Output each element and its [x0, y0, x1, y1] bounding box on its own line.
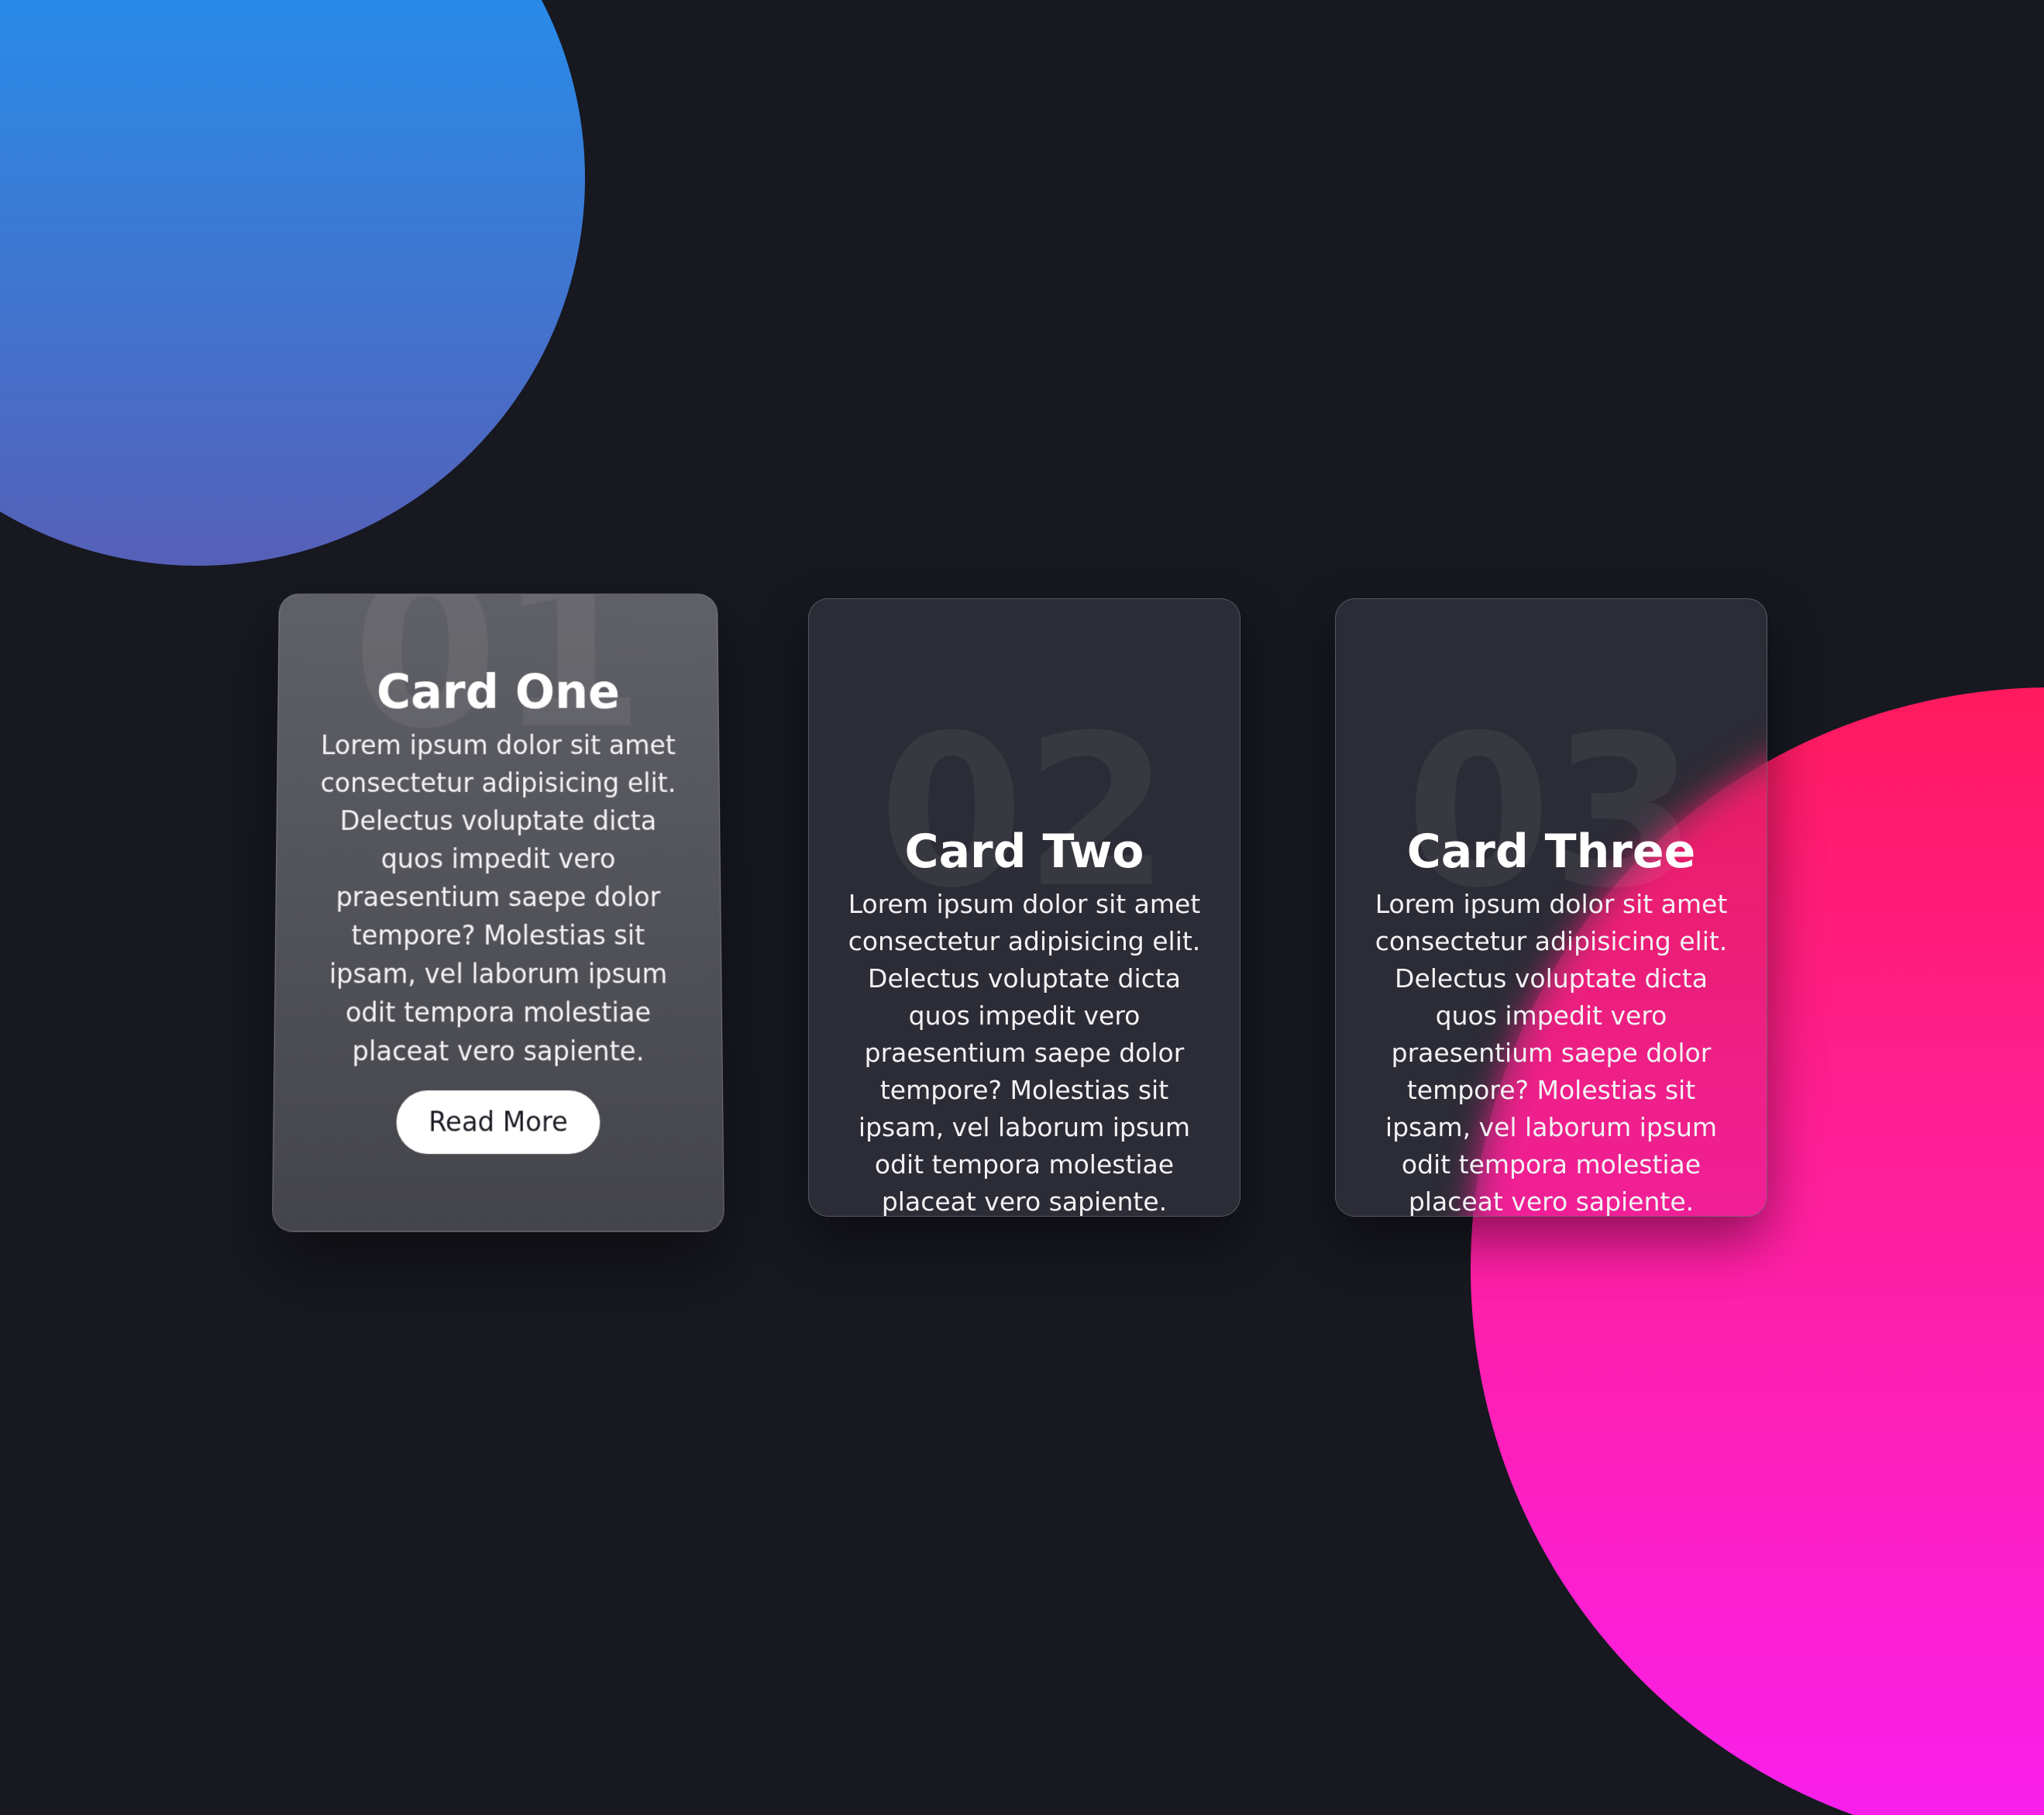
- card-content: Card Two Lorem ipsum dolor sit amet cons…: [832, 824, 1216, 1217]
- page-background: 01 Card One Lorem ipsum dolor sit amet c…: [0, 0, 2044, 1815]
- card-title: Card Two: [904, 825, 1144, 879]
- read-more-button[interactable]: Read More: [396, 1090, 600, 1155]
- card-description: Lorem ipsum dolor sit amet consectetur a…: [848, 889, 1201, 1217]
- card-three[interactable]: 03 Card Three Lorem ipsum dolor sit amet…: [1335, 598, 1767, 1217]
- card-content: Card One Lorem ipsum dolor sit amet cons…: [298, 664, 699, 1155]
- card-description: Lorem ipsum dolor sit amet consectetur a…: [320, 729, 676, 1067]
- card-two[interactable]: 02 Card Two Lorem ipsum dolor sit amet c…: [808, 598, 1241, 1217]
- card-content: Card Three Lorem ipsum dolor sit amet co…: [1359, 824, 1743, 1217]
- card-title: Card One: [376, 665, 621, 720]
- card-one[interactable]: 01 Card One Lorem ipsum dolor sit amet c…: [271, 594, 725, 1232]
- blue-gradient-circle: [0, 0, 585, 566]
- card-description: Lorem ipsum dolor sit amet consectetur a…: [1375, 889, 1728, 1217]
- card-title: Card Three: [1406, 825, 1696, 879]
